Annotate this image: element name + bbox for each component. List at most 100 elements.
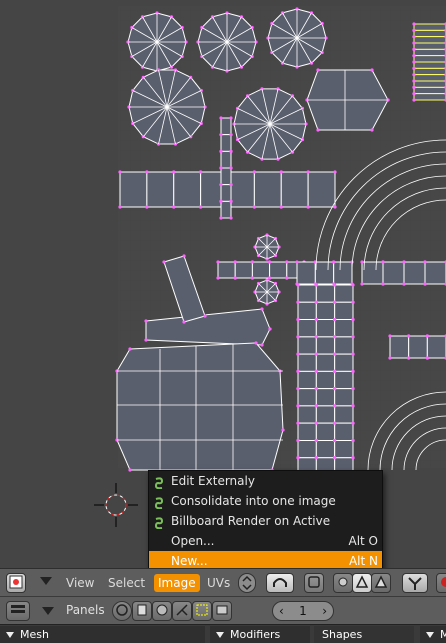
shading-sphere-icon (156, 604, 168, 616)
uv-vertex (296, 317, 300, 322)
uv-vertex (423, 260, 427, 264)
collapse-menus-icon[interactable] (40, 577, 52, 585)
shading-context-button[interactable] (152, 601, 172, 621)
edge-select-icon (355, 575, 369, 588)
uv-island-column (220, 134, 232, 152)
tab-mesh[interactable]: Mesh (0, 626, 205, 643)
up-down-arrows-icon (242, 575, 252, 591)
editor-type-button[interactable] (6, 573, 26, 593)
uv-vertex (233, 260, 237, 264)
uv-island-strip (173, 171, 202, 208)
uv-vertex (333, 387, 337, 391)
collapse-triangle-icon (426, 632, 434, 638)
uv-vertex (295, 260, 299, 264)
uv-island-tall-grid (315, 319, 336, 338)
uv-island-right-strip (403, 261, 426, 285)
image-menu[interactable]: Image (154, 574, 200, 592)
menu-item-edit-externally[interactable]: Edit Externaly (149, 471, 382, 491)
uv-vertex (296, 300, 300, 304)
uv-vertex (332, 260, 336, 264)
uv-vertex (306, 170, 310, 174)
logic-icon (116, 604, 128, 616)
uvs-menu[interactable]: UVs (207, 574, 230, 592)
record-button[interactable] (436, 573, 446, 593)
uv-vertex (199, 205, 203, 209)
buttons-window-header: Panels ‹ 1 › (0, 596, 446, 625)
uv-vertex (333, 283, 337, 287)
uv-vertex (412, 41, 416, 45)
uv-vertex (144, 319, 148, 323)
uv-vertex (128, 347, 132, 351)
uv-island-selected (413, 29, 446, 38)
view-menu[interactable]: View (66, 574, 94, 592)
vertex-select-button[interactable] (333, 573, 353, 593)
uv-vertex (314, 283, 318, 287)
uv-vertex (229, 183, 233, 187)
uv-vertex (219, 149, 223, 153)
uv-vertex (314, 404, 318, 408)
uv-island-column (220, 167, 232, 186)
menu-item-billboard-render[interactable]: Billboard Render on Active (149, 511, 382, 531)
sync-uv-button[interactable] (266, 573, 294, 593)
uv-vertex (250, 260, 254, 264)
page-number-field[interactable]: ‹ 1 › (272, 601, 334, 621)
uv-vertex (296, 369, 300, 373)
uv-vertex (360, 260, 364, 264)
pivot-selector[interactable] (238, 573, 256, 593)
uv-vertex (351, 421, 355, 425)
uv-island-selected (413, 61, 446, 69)
uv-vertex (219, 116, 223, 120)
editing-context-button[interactable] (192, 601, 212, 621)
uv-island-tall-grid (315, 388, 336, 407)
face-select-icon (374, 575, 388, 588)
object-context-button[interactable] (172, 601, 192, 621)
face-select-button[interactable] (371, 573, 391, 593)
uv-island-tall-grid (334, 336, 354, 355)
uv-island-tall-grid (297, 370, 317, 390)
collapse-triangle-icon (6, 632, 14, 638)
panels-label: Panels (66, 603, 105, 617)
uv-island-right-block (408, 335, 428, 359)
script-icon (137, 604, 147, 616)
uv-vertex (219, 133, 223, 137)
uv-vertex (412, 79, 416, 83)
uv-vertex (252, 205, 256, 209)
tab-modifiers[interactable]: Modifiers (210, 626, 310, 643)
tab-shapes[interactable]: Shapes (314, 626, 414, 643)
uv-island-selected (413, 86, 446, 95)
increment-arrow-icon[interactable]: › (322, 602, 327, 620)
uv-vertex (314, 438, 318, 443)
script-context-button[interactable] (132, 601, 152, 621)
sticky-select-button[interactable] (304, 573, 324, 593)
uv-vertex (219, 199, 223, 203)
decrement-arrow-icon[interactable]: ‹ (279, 602, 284, 620)
menu-item-open[interactable]: Open... Alt O (149, 531, 382, 551)
uv-vertex (254, 341, 258, 345)
collapse-panels-icon[interactable] (42, 607, 54, 615)
uv-image-editor-viewport[interactable]: Edit Externaly Consolidate into one imag… (0, 0, 446, 568)
tab-partial[interactable]: M (420, 626, 446, 643)
uv-island-tall-grid (297, 301, 317, 321)
snap-button[interactable] (402, 573, 428, 593)
uv-vertex (219, 183, 223, 187)
record-icon (441, 577, 446, 587)
uv-island-tall-grid (315, 422, 336, 441)
select-menu[interactable]: Select (108, 574, 145, 592)
scene-context-button[interactable] (212, 601, 232, 621)
uv-vertex (118, 170, 122, 174)
menu-item-consolidate[interactable]: Consolidate into one image (149, 491, 382, 511)
uv-vertex (130, 25, 134, 30)
uv-vertex (412, 47, 416, 51)
uv-vertex (381, 282, 385, 286)
uv-island-selected (413, 74, 446, 82)
uv-vertex (351, 335, 355, 339)
menu-item-new[interactable]: New... Alt N (149, 551, 382, 568)
uv-vertex (388, 356, 392, 360)
logic-context-button[interactable] (112, 601, 132, 621)
edge-select-button[interactable] (352, 573, 372, 593)
uv-vertex (229, 133, 233, 137)
window-type-button[interactable] (6, 601, 30, 621)
uv-vertex (128, 468, 132, 472)
uv-vertex (229, 199, 233, 203)
uv-island-cross (234, 261, 253, 279)
